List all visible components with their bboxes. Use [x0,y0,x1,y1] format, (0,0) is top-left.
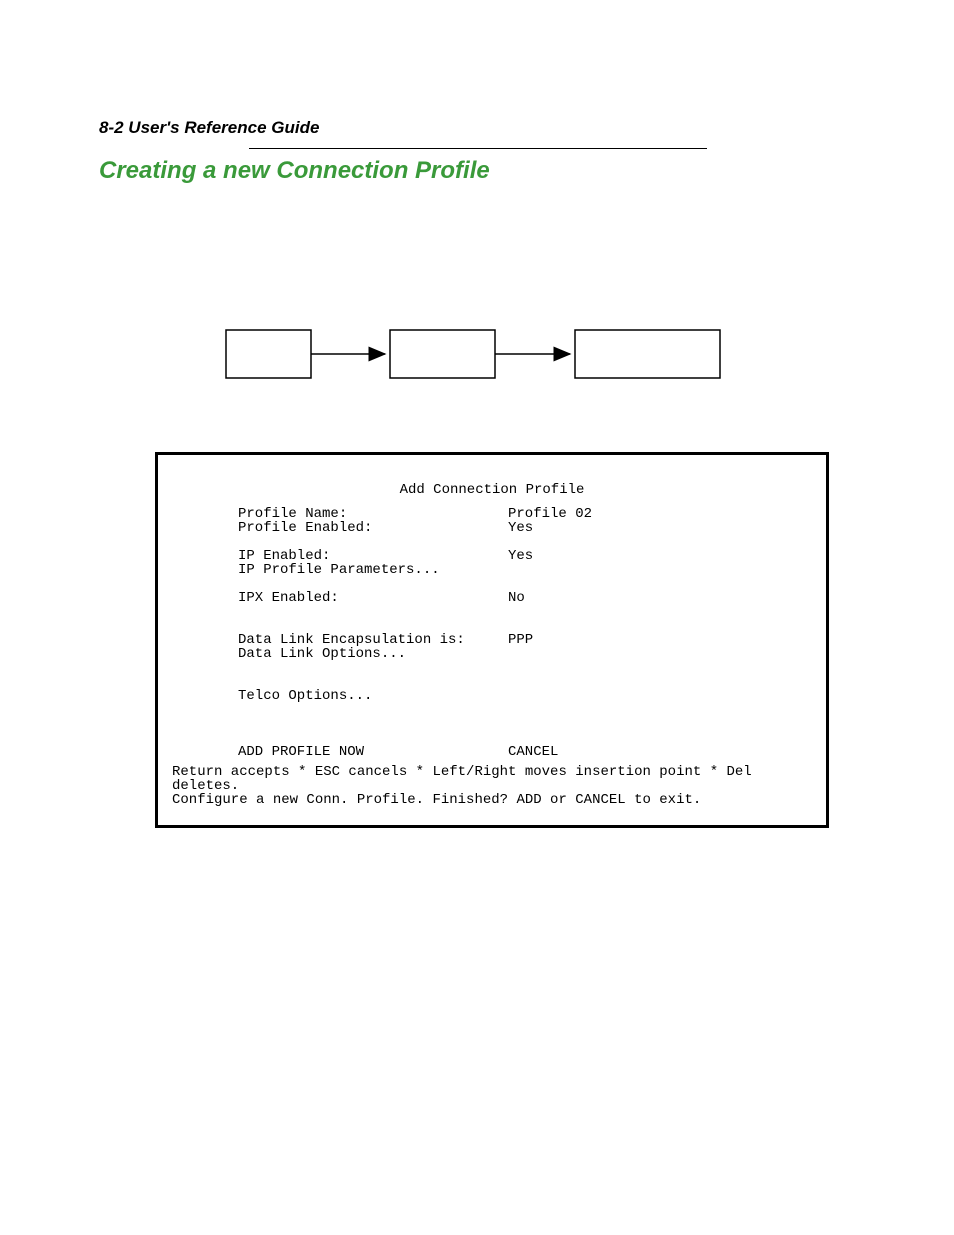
row-profile-enabled[interactable]: Profile Enabled: Yes [238,521,816,535]
ip-enabled-label: IP Enabled: [238,549,508,563]
ip-profile-params-label: IP Profile Parameters... [238,563,508,577]
row-telco-options[interactable]: Telco Options... [238,689,816,703]
datalink-encap-value: PPP [508,633,533,647]
footer-line-1: Return accepts * ESC cancels * Left/Righ… [172,765,816,793]
terminal-body: Profile Name: Profile 02 Profile Enabled… [168,507,816,759]
diagram-box-1 [226,330,311,378]
profile-name-value: Profile 02 [508,507,592,521]
footer-line-2: Configure a new Conn. Profile. Finished?… [172,793,816,807]
row-ip-enabled[interactable]: IP Enabled: Yes [238,549,816,563]
datalink-encap-label: Data Link Encapsulation is: [238,633,508,647]
add-profile-button[interactable]: ADD PROFILE NOW [238,745,508,759]
cancel-button[interactable]: CANCEL [508,745,558,759]
terminal-footer: Return accepts * ESC cancels * Left/Righ… [168,759,816,807]
row-datalink-encap[interactable]: Data Link Encapsulation is: PPP [238,633,816,647]
flow-diagram [225,320,735,390]
section-title: Creating a new Connection Profile [99,157,857,185]
datalink-options-label: Data Link Options... [238,647,508,661]
flow-diagram-svg [225,320,735,390]
row-actions: ADD PROFILE NOW CANCEL [238,745,816,759]
diagram-box-3 [575,330,720,378]
ip-enabled-value: Yes [508,549,533,563]
ipx-enabled-label: IPX Enabled: [238,591,508,605]
header-divider [249,148,707,149]
terminal-title: Add Connection Profile [168,483,816,497]
ipx-enabled-value: No [508,591,525,605]
diagram-box-2 [390,330,495,378]
profile-enabled-value: Yes [508,521,533,535]
profile-name-label: Profile Name: [238,507,508,521]
page-header: 8-2 User's Reference Guide Creating a ne… [99,118,857,185]
row-datalink-options[interactable]: Data Link Options... [238,647,816,661]
page: 8-2 User's Reference Guide Creating a ne… [0,0,954,1235]
page-reference: 8-2 User's Reference Guide [99,118,857,138]
row-profile-name[interactable]: Profile Name: Profile 02 [238,507,816,521]
row-ip-profile-params[interactable]: IP Profile Parameters... [238,563,816,577]
row-ipx-enabled[interactable]: IPX Enabled: No [238,591,816,605]
profile-enabled-label: Profile Enabled: [238,521,508,535]
telco-options-label: Telco Options... [238,689,508,703]
terminal-screen: Add Connection Profile Profile Name: Pro… [155,452,829,828]
